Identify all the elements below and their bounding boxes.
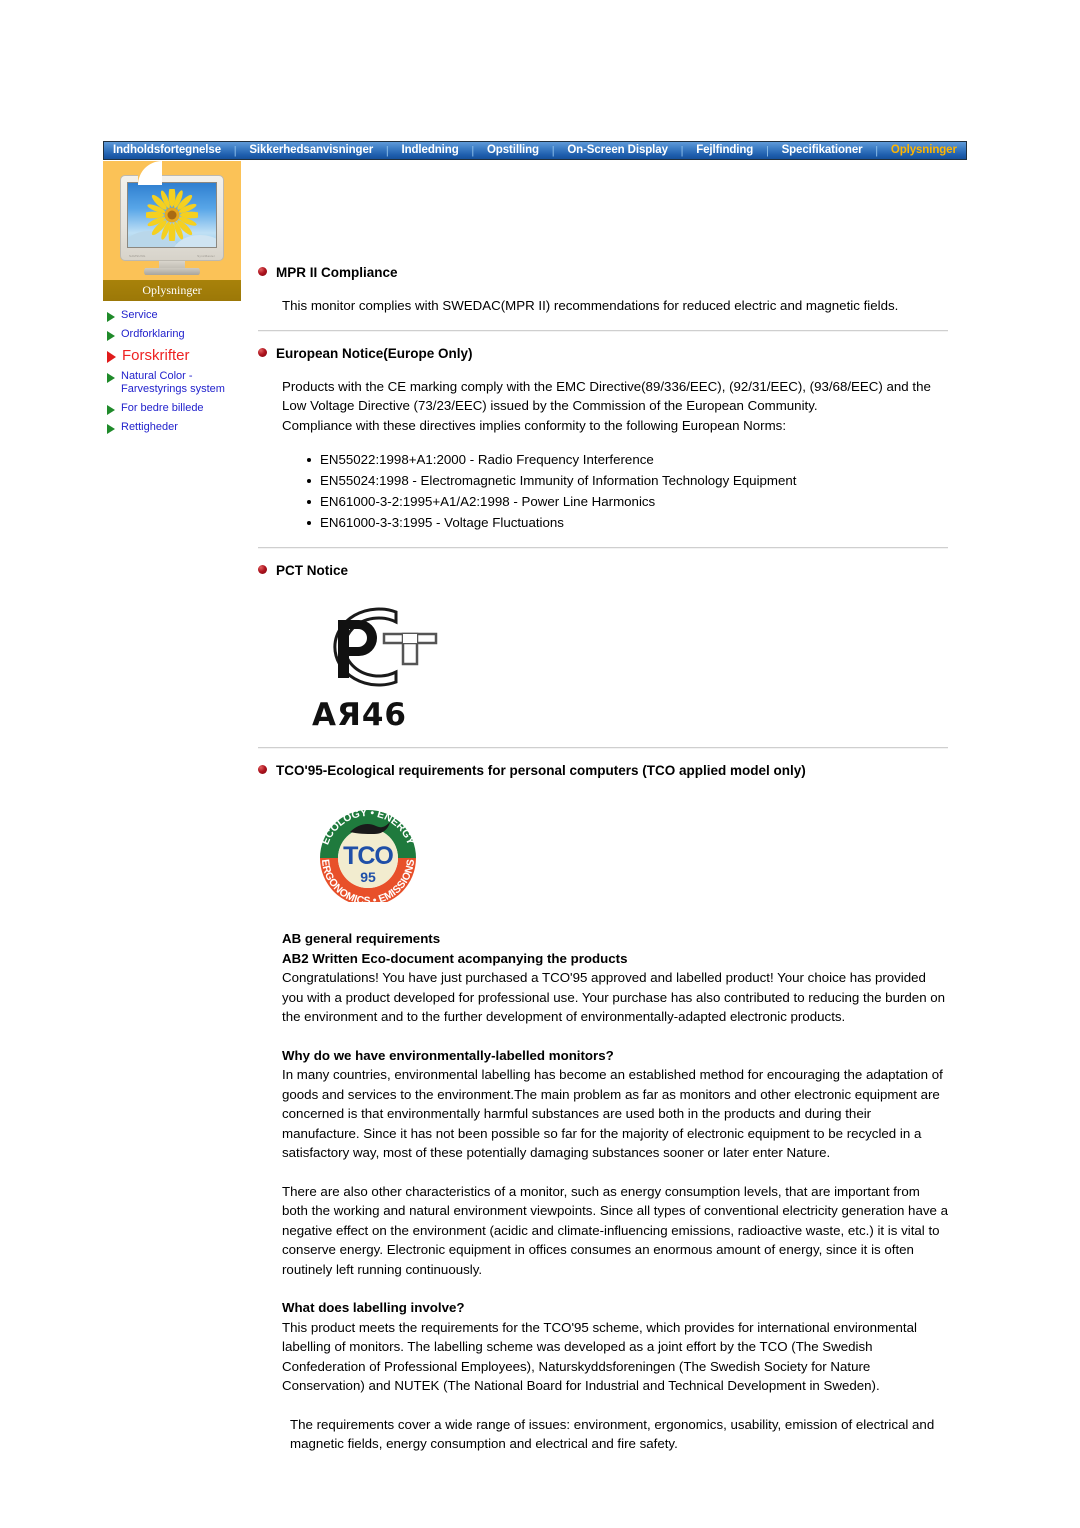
section-mpr-ii: MPR II Compliance This monitor complies … (258, 264, 948, 316)
nav-item-on-screen-display[interactable]: On-Screen Display (561, 142, 674, 159)
section-heading-tco: TCO'95-Ecological requirements for perso… (258, 762, 948, 780)
tco-logo: TCO 95 ECOLOGY • ENERGY ERGONOMICS • EMI… (310, 806, 948, 907)
sidebar-item-label: Natural Color - Farvestyrings system (121, 370, 225, 395)
section-divider (258, 329, 948, 332)
triangle-right-icon (107, 373, 115, 383)
sunflower-icon (146, 189, 198, 241)
tco-95-logo-icon: TCO 95 ECOLOGY • ENERGY ERGONOMICS • EMI… (319, 807, 417, 907)
tco-subheading-ab2: AB2 Written Eco-document acompanying the… (282, 950, 628, 966)
sidebar-item-natural-color[interactable]: Natural Color - Farvestyrings system (103, 370, 241, 396)
pct-mark-code: АЯ46 (312, 697, 408, 733)
monitor-base (144, 268, 200, 275)
sidebar-item-label: Forskrifter (122, 347, 190, 364)
nav-item-specifikationer[interactable]: Specifikationer (776, 142, 869, 159)
sidebar-caption-label: Oplysninger (142, 283, 202, 297)
nav-item-indholdsfortegnelse[interactable]: Indholdsfortegnelse (107, 142, 227, 159)
section-heading-label: PCT Notice (276, 563, 349, 578)
european-paragraph-2: Compliance with these directives implies… (282, 417, 787, 433)
nav-separator: | (385, 144, 389, 157)
tco-text-block: AB general requirements AB2 Written Eco-… (282, 929, 948, 1454)
monitor-thumbnail: SAMSUNG SyncMaster (103, 167, 241, 277)
section-heading-european: European Notice(Europe Only) (258, 345, 948, 363)
tco-paragraph-4: This product meets the requirements for … (282, 1319, 917, 1394)
red-bullet-icon (258, 267, 267, 276)
tco-paragraph-2: In many countries, environmental labelli… (282, 1067, 943, 1160)
section-heading-label: TCO'95-Ecological requirements for perso… (276, 763, 806, 778)
nav-item-fejlfinding[interactable]: Fejlfinding (690, 142, 759, 159)
pct-mark-icon (333, 607, 438, 687)
nav-separator: | (471, 144, 475, 157)
nav-separator: | (551, 144, 555, 157)
red-bullet-icon (258, 347, 267, 357)
tco-subheading-why: Why do we have environmentally-labelled … (282, 1047, 614, 1063)
list-item: EN61000-3-3:1995 - Voltage Fluctuations (307, 512, 948, 533)
sidebar-item-service[interactable]: Service (103, 309, 241, 322)
nav-item-indledning[interactable]: Indledning (395, 142, 464, 159)
sidebar: SAMSUNG SyncMaster Oplysninger Service O… (103, 161, 241, 440)
red-bullet-icon (258, 765, 267, 774)
main-content: MPR II Compliance This monitor complies … (258, 264, 948, 1454)
monitor-screen (127, 182, 217, 248)
monitor-neck (159, 261, 185, 268)
nav-separator: | (680, 144, 684, 157)
pct-certification-mark: АЯ46 (304, 602, 948, 733)
mpr-paragraph: This monitor complies with SWEDAC(MPR II… (282, 298, 899, 313)
section-heading-mpr: MPR II Compliance (258, 264, 948, 282)
triangle-right-icon (107, 351, 116, 363)
sidebar-orange-panel: SAMSUNG SyncMaster Oplysninger (103, 161, 241, 301)
svg-text:95: 95 (360, 869, 376, 885)
nav-separator: | (875, 144, 879, 157)
svg-text:TCO: TCO (343, 842, 393, 870)
section-heading-pct: PCT Notice (258, 562, 948, 580)
nav-separator: | (765, 144, 769, 157)
sidebar-link-list: Service Ordforklaring Forskrifter Natura… (103, 301, 241, 434)
nav-item-oplysninger[interactable]: Oplysninger (885, 142, 963, 159)
nav-item-sikkerhedsanvisninger[interactable]: Sikkerhedsanvisninger (243, 142, 379, 159)
sidebar-item-label: Ordforklaring (121, 328, 185, 340)
sidebar-item-ordforklaring[interactable]: Ordforklaring (103, 328, 241, 341)
section-european-notice: European Notice(Europe Only) Products wi… (258, 345, 948, 534)
sidebar-item-forskrifter[interactable]: Forskrifter (103, 347, 241, 364)
nav-item-opstilling[interactable]: Opstilling (481, 142, 545, 159)
section-tco: TCO'95-Ecological requirements for perso… (258, 762, 948, 1454)
tco-subheading-ab: AB general requirements (282, 931, 441, 946)
sidebar-item-label: Rettigheder (121, 421, 178, 433)
triangle-right-icon (107, 424, 115, 434)
tco-paragraph-3: There are also other characteristics of … (282, 1183, 948, 1277)
nav-separator: | (233, 144, 237, 157)
sidebar-item-for-bedre-billede[interactable]: For bedre billede (103, 402, 241, 415)
section-heading-label: European Notice(Europe Only) (276, 345, 473, 361)
section-pct-notice: PCT Notice АЯ46 (258, 562, 948, 733)
sidebar-caption-bar: Oplysninger (103, 280, 241, 301)
tco-paragraph-1: Congratulations! You have just purchased… (282, 970, 946, 1024)
european-norms-list: EN55022:1998+A1:2000 - Radio Frequency I… (258, 449, 948, 533)
tco-paragraph-5: The requirements cover a wide range of i… (290, 1416, 935, 1452)
red-bullet-icon (258, 565, 267, 574)
monitor-brand-marks: SAMSUNG SyncMaster (129, 254, 215, 258)
monitor-bezel: SAMSUNG SyncMaster (120, 175, 224, 261)
main-navigation-bar: Indholdsfortegnelse | Sikkerhedsanvisnin… (103, 141, 967, 160)
european-paragraph-1: Products with the CE marking comply with… (282, 378, 931, 414)
list-item: EN61000-3-2:1995+A1/A2:1998 - Power Line… (307, 491, 948, 512)
section-heading-label: MPR II Compliance (276, 265, 398, 280)
sidebar-item-label: Service (121, 309, 158, 321)
sidebar-item-rettigheder[interactable]: Rettigheder (103, 421, 241, 434)
panel-corner-notch (138, 161, 162, 185)
section-divider (258, 547, 948, 549)
triangle-right-icon (107, 331, 115, 341)
tco-subheading-labelling: What does labelling involve? (282, 1300, 465, 1315)
triangle-right-icon (107, 312, 115, 322)
monitor-brand-left: SAMSUNG (129, 254, 146, 258)
list-item: EN55024:1998 - Electromagnetic Immunity … (307, 470, 948, 491)
sidebar-item-label: For bedre billede (121, 402, 204, 414)
section-divider (258, 747, 948, 749)
list-item: EN55022:1998+A1:2000 - Radio Frequency I… (307, 449, 948, 470)
triangle-right-icon (107, 405, 115, 415)
monitor-brand-right: SyncMaster (197, 254, 215, 258)
